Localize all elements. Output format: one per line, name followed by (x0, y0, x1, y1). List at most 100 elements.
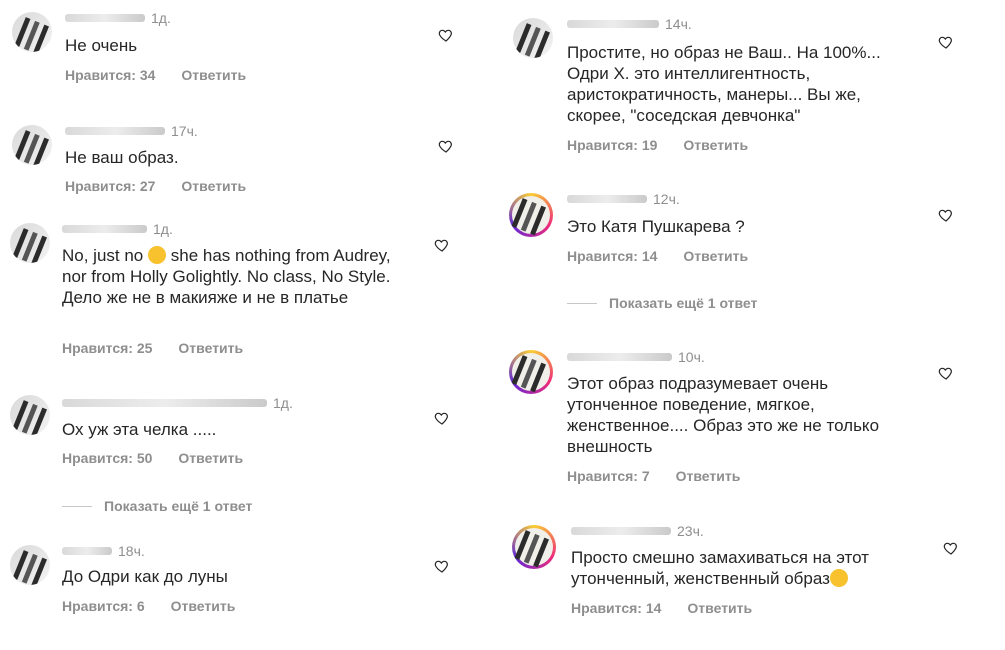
heart-icon[interactable] (434, 237, 450, 253)
avatar-with-story-ring[interactable] (509, 193, 553, 237)
username-redacted (62, 547, 112, 555)
comment-actions: Нравится: 34 Ответить (65, 67, 246, 83)
likes-count[interactable]: Нравится: 25 (62, 340, 152, 356)
comment-time: 12ч. (653, 191, 680, 207)
comment-username[interactable]: 17ч. (65, 123, 198, 139)
comment-username[interactable]: 10ч. (567, 349, 705, 365)
reply-button[interactable]: Ответить (181, 67, 246, 83)
heart-icon[interactable] (943, 540, 959, 556)
reply-button[interactable]: Ответить (171, 598, 236, 614)
username-redacted (62, 225, 147, 233)
comment: 1д. No, just no she has nothing from Aud… (0, 215, 480, 365)
comment-actions: Нравится: 19 Ответить (567, 137, 748, 153)
comment-username[interactable]: 12ч. (567, 191, 680, 207)
comment-time: 23ч. (677, 523, 704, 539)
comment-time: 1д. (151, 10, 171, 26)
heart-icon[interactable] (438, 138, 454, 154)
show-more-replies-label: Показать ещё 1 ответ (609, 295, 758, 311)
avatar-with-story-ring[interactable] (509, 350, 553, 394)
likes-count[interactable]: Нравится: 6 (62, 598, 145, 614)
confused-face-emoji (148, 246, 166, 264)
comment-time: 10ч. (678, 349, 705, 365)
comment-username[interactable]: 1д. (62, 221, 173, 237)
heart-icon[interactable] (938, 34, 954, 50)
comment-text: Не очень (65, 36, 138, 55)
comment-actions: Нравится: 14 Ответить (571, 600, 752, 616)
likes-count[interactable]: Нравится: 27 (65, 178, 155, 194)
comment-text: Не ваш образ. (65, 148, 179, 167)
comment-text: Это Катя Пушкарева ? (567, 217, 745, 236)
comment: 14ч. Простите, но образ не Ваш.. На 100%… (500, 10, 1005, 170)
reply-button[interactable]: Ответить (676, 468, 741, 484)
comment-text: Ох уж эта челка ..... (62, 420, 217, 439)
comment-time: 14ч. (665, 16, 692, 32)
username-redacted (571, 527, 671, 535)
comment-text-part: she has nothing from (170, 246, 330, 265)
comment: 17ч. Не ваш образ. Нравится: 27 Ответить (0, 115, 480, 210)
show-more-replies-button[interactable]: Показать ещё 1 ответ (567, 295, 757, 311)
likes-count[interactable]: Нравится: 34 (65, 67, 155, 83)
username-redacted (65, 127, 165, 135)
comment-text: Этот образ подразумевает очень утонченно… (567, 374, 880, 456)
username-redacted (62, 399, 267, 407)
comment-username[interactable]: 1д. (62, 395, 293, 411)
avatar[interactable] (513, 18, 553, 58)
likes-count[interactable]: Нравится: 50 (62, 450, 152, 466)
heart-icon[interactable] (434, 558, 450, 574)
heart-icon[interactable] (438, 27, 454, 43)
username-redacted (567, 195, 647, 203)
comment-text: Просто смешно замахиваться на этот утонч… (571, 547, 911, 589)
comment-actions: Нравится: 14 Ответить (567, 248, 748, 264)
comment-actions: Нравится: 25 Ответить (62, 340, 243, 356)
comment-actions: Нравится: 27 Ответить (65, 178, 246, 194)
comment-text-part: No, just no (62, 246, 144, 265)
likes-count[interactable]: Нравится: 14 (567, 248, 657, 264)
avatar-with-story-ring[interactable] (512, 525, 556, 569)
comment: 18ч. До Одри как до луны Нравится: 6 Отве… (0, 535, 480, 635)
comment-username[interactable]: 18ч. (62, 543, 145, 559)
heart-icon[interactable] (938, 365, 954, 381)
username-redacted (65, 14, 145, 22)
comment-text: Простите, но образ не Ваш.. На 100%... О… (567, 43, 881, 125)
comment-actions: Нравится: 50 Ответить (62, 450, 243, 466)
reply-button[interactable]: Ответить (683, 137, 748, 153)
reply-button[interactable]: Ответить (178, 450, 243, 466)
show-more-replies-label: Показать ещё 1 ответ (104, 498, 253, 514)
likes-count[interactable]: Нравится: 19 (567, 137, 657, 153)
replies-divider (62, 505, 92, 507)
laughing-tears-emoji (829, 569, 848, 587)
replies-divider (567, 302, 597, 304)
reply-button[interactable]: Ответить (683, 248, 748, 264)
comment-username[interactable]: 1д. (65, 10, 171, 26)
likes-count[interactable]: Нравится: 7 (567, 468, 650, 484)
comment: 1д. Ох уж эта челка ..... Нравится: 50 От… (0, 385, 480, 525)
reply-button[interactable]: Ответить (687, 600, 752, 616)
comment-text-part: Просто смешно замахиваться на этот утонч… (571, 548, 869, 588)
show-more-replies-button[interactable]: Показать ещё 1 ответ (62, 498, 252, 514)
comment: 23ч. Просто смешно замахиваться на этот … (500, 515, 1005, 635)
comment-text: No, just no she has nothing from Audrey,… (62, 245, 407, 308)
heart-icon[interactable] (938, 207, 954, 223)
comment-username[interactable]: 14ч. (567, 16, 692, 32)
heart-icon[interactable] (434, 410, 450, 426)
username-redacted (567, 353, 672, 361)
comment-username[interactable]: 23ч. (571, 523, 704, 539)
avatar[interactable] (12, 125, 52, 165)
comment-actions: Нравится: 6 Ответить (62, 598, 235, 614)
comment-actions: Нравится: 7 Ответить (567, 468, 740, 484)
comment: 12ч. Это Катя Пушкарева ? Нравится: 14 От… (500, 185, 1005, 315)
avatar[interactable] (10, 223, 50, 263)
comment: 10ч. Этот образ подразумевает очень утон… (500, 340, 1005, 500)
username-redacted (567, 20, 659, 28)
reply-button[interactable]: Ответить (181, 178, 246, 194)
likes-count[interactable]: Нравится: 14 (571, 600, 661, 616)
avatar[interactable] (10, 395, 50, 435)
comment-time: 1д. (153, 221, 173, 237)
comment-text: До Одри как до луны (62, 567, 228, 586)
comment-time: 17ч. (171, 123, 198, 139)
comment: 1д. Не очень Нравится: 34 Ответить (0, 0, 480, 100)
avatar[interactable] (10, 545, 50, 585)
comment-time: 1д. (273, 395, 293, 411)
avatar[interactable] (12, 12, 52, 52)
reply-button[interactable]: Ответить (178, 340, 243, 356)
